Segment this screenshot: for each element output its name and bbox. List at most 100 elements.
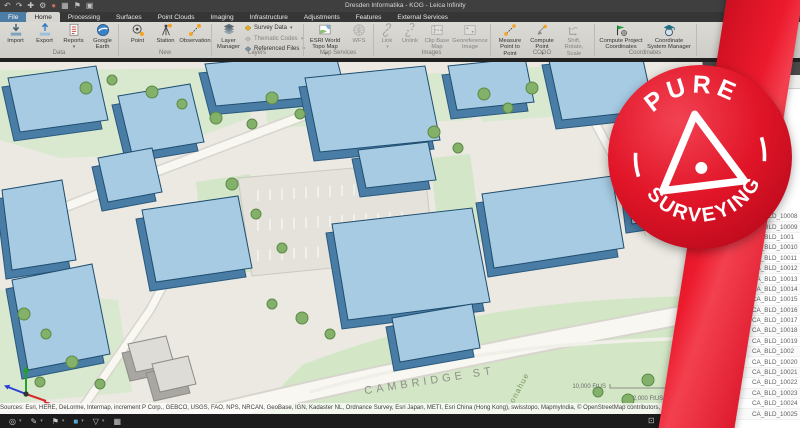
title-bar: ↶ ↷ ✚ ⚙ ● ▦ ⚑ ▣ Dresden Informatika - KO… (0, 0, 800, 12)
status-bar: ◎▾ ✎▾ ⚑▾ ■▾ ▽▾ ▦ (0, 414, 702, 428)
group-separator (490, 24, 491, 56)
point-icon (131, 23, 145, 37)
row-id-cell: CA_BLD_10020 (752, 359, 798, 366)
flag-icon[interactable]: ⚑ (52, 417, 59, 426)
unlink-icon (403, 23, 417, 37)
clip-base-map-icon (430, 23, 444, 37)
row-id-cell: CA_BLD_10017 (752, 317, 798, 324)
tab-features[interactable]: Features (348, 12, 390, 22)
coordinate-system-manager-label: Coordinate System Manager (646, 38, 692, 51)
row-id-cell: CA_BLD_10021 (752, 369, 798, 376)
draw-icon[interactable]: ✎ (31, 417, 38, 426)
tab-infrastructure[interactable]: Infrastructure (242, 12, 296, 22)
chevron-down-icon[interactable]: ▾ (19, 418, 22, 424)
compute-point-label: Compute Point (528, 38, 556, 51)
scale-label-1: 10,000 FtUS (572, 384, 606, 390)
georeference-image-icon (463, 23, 477, 37)
georeference-image-label: Georeference Image (452, 38, 487, 51)
group-separator (594, 24, 595, 56)
unlink-button[interactable]: Unlink (399, 23, 421, 44)
group-separator (373, 24, 374, 56)
window-title: Dresden Informatika - KOG - Leica Infini… (345, 2, 466, 9)
row-id-cell: CA_BLD_10024 (752, 400, 798, 407)
compute-point-icon (535, 23, 549, 37)
station-label: Station (156, 38, 174, 44)
wfs-button[interactable]: WFS (348, 23, 370, 44)
grid-icon[interactable]: ▦ (113, 417, 121, 426)
tab-point-clouds[interactable]: Point Clouds (150, 12, 203, 22)
link-button[interactable]: Link ▾ (377, 23, 397, 50)
group-label-coordinates: Coordinates (596, 50, 694, 56)
row-id-cell: CA_BLD_10018 (752, 327, 798, 334)
row-id-cell: CA_BLD_10019 (752, 338, 798, 345)
thematic-codes-icon (244, 35, 252, 43)
window-icon[interactable]: ▣ (86, 2, 94, 10)
tab-external-services[interactable]: External Services (389, 12, 456, 22)
reports-icon (67, 23, 81, 37)
quick-access-toolbar: ↶ ↷ ✚ ⚙ ● ▦ ⚑ ▣ (4, 0, 93, 12)
observation-label: Observation (179, 38, 210, 44)
group-separator (211, 24, 212, 56)
record-icon[interactable]: ● (51, 2, 56, 10)
gear-icon[interactable]: ⚙ (39, 2, 46, 10)
survey-data-item[interactable]: Survey Data ▾ (244, 23, 305, 34)
row-id-cell: CA_BLD_10013 (752, 276, 798, 283)
reports-button[interactable]: Reports ▾ (60, 23, 87, 50)
row-id-cell: CA_BLD_10016 (752, 307, 798, 314)
station-button[interactable]: Station (152, 23, 179, 44)
cube-icon[interactable]: ■ (73, 417, 78, 426)
unlink-label: Unlink (402, 38, 418, 44)
frame-icon[interactable]: ⊡ (648, 416, 655, 425)
compute-project-coordinates-icon (614, 23, 628, 37)
link-icon (380, 23, 394, 37)
thematic-codes-item[interactable]: Thematic Codes ▾ (244, 34, 305, 45)
coordinate-system-manager-icon (662, 23, 676, 37)
undo-icon[interactable]: ↶ (4, 2, 11, 10)
layer-manager-button[interactable]: Layer Manager (215, 23, 242, 51)
row-id-cell: CA_BLD_10022 (752, 379, 798, 386)
tab-imaging[interactable]: Imaging (203, 12, 242, 22)
export-button[interactable]: Export (31, 23, 58, 44)
chevron-down-icon[interactable]: ▾ (81, 418, 84, 424)
filter-icon[interactable]: ▽ (93, 417, 99, 426)
wfs-globe-icon (352, 23, 366, 37)
application-window: ↶ ↷ ✚ ⚙ ● ▦ ⚑ ▣ Dresden Informatika - KO… (0, 0, 800, 428)
export-label: Export (36, 38, 53, 44)
chevron-down-icon[interactable]: ▾ (40, 418, 43, 424)
group-label-images: Images (375, 50, 488, 56)
station-icon (159, 23, 173, 37)
measure-point-to-point-icon (503, 23, 517, 37)
google-earth-button[interactable]: Google Earth (89, 23, 116, 51)
survey-data-label: Survey Data (254, 25, 287, 31)
tab-surfaces[interactable]: Surfaces (108, 12, 150, 22)
shift-rotate-scale-icon (567, 23, 581, 37)
tab-adjustments[interactable]: Adjustments (296, 12, 348, 22)
esri-world-topo-map-label: ESRI World Topo Map (306, 38, 344, 51)
compute-project-coordinates-button[interactable]: Compute Project Coordinates (598, 23, 644, 51)
import-label: Import (7, 38, 23, 44)
redo-icon[interactable]: ↷ (16, 2, 23, 10)
clip-base-map-label: Clip Base Map (423, 38, 451, 51)
scale-label-2: 2,000 FtUS (633, 396, 663, 402)
map-attribution: Sources: Esri, HERE, DeLorme, Intermap, … (0, 403, 702, 414)
tab-file[interactable]: File (0, 12, 26, 22)
snap-icon[interactable]: ◎ (9, 417, 16, 426)
group-separator (303, 24, 304, 56)
map-3d-view[interactable]: CAMBRIDGE ST Donahue 10,000 FtUS 2,000 F… (0, 62, 702, 428)
import-button[interactable]: Import (2, 23, 29, 44)
chevron-down-icon[interactable]: ▾ (102, 418, 105, 424)
georeference-image-button[interactable]: Georeference Image (453, 23, 487, 51)
flag-icon[interactable]: ⚑ (74, 2, 81, 10)
point-icon[interactable]: ✚ (27, 2, 34, 10)
group-label-cogo: COGO (492, 50, 592, 56)
tab-home[interactable]: Home (26, 12, 59, 22)
point-button[interactable]: Point (124, 23, 151, 44)
coordinate-system-manager-button[interactable]: Coordinate System Manager (646, 23, 692, 51)
clip-base-map-button[interactable]: Clip Base Map (423, 23, 451, 51)
observation-button[interactable]: Observation (180, 23, 210, 44)
tab-processing[interactable]: Processing (60, 12, 108, 22)
group-separator (696, 24, 697, 56)
chevron-down-icon[interactable]: ▾ (62, 418, 65, 424)
grid-icon[interactable]: ▦ (61, 2, 69, 10)
layer-manager-icon (222, 23, 236, 37)
